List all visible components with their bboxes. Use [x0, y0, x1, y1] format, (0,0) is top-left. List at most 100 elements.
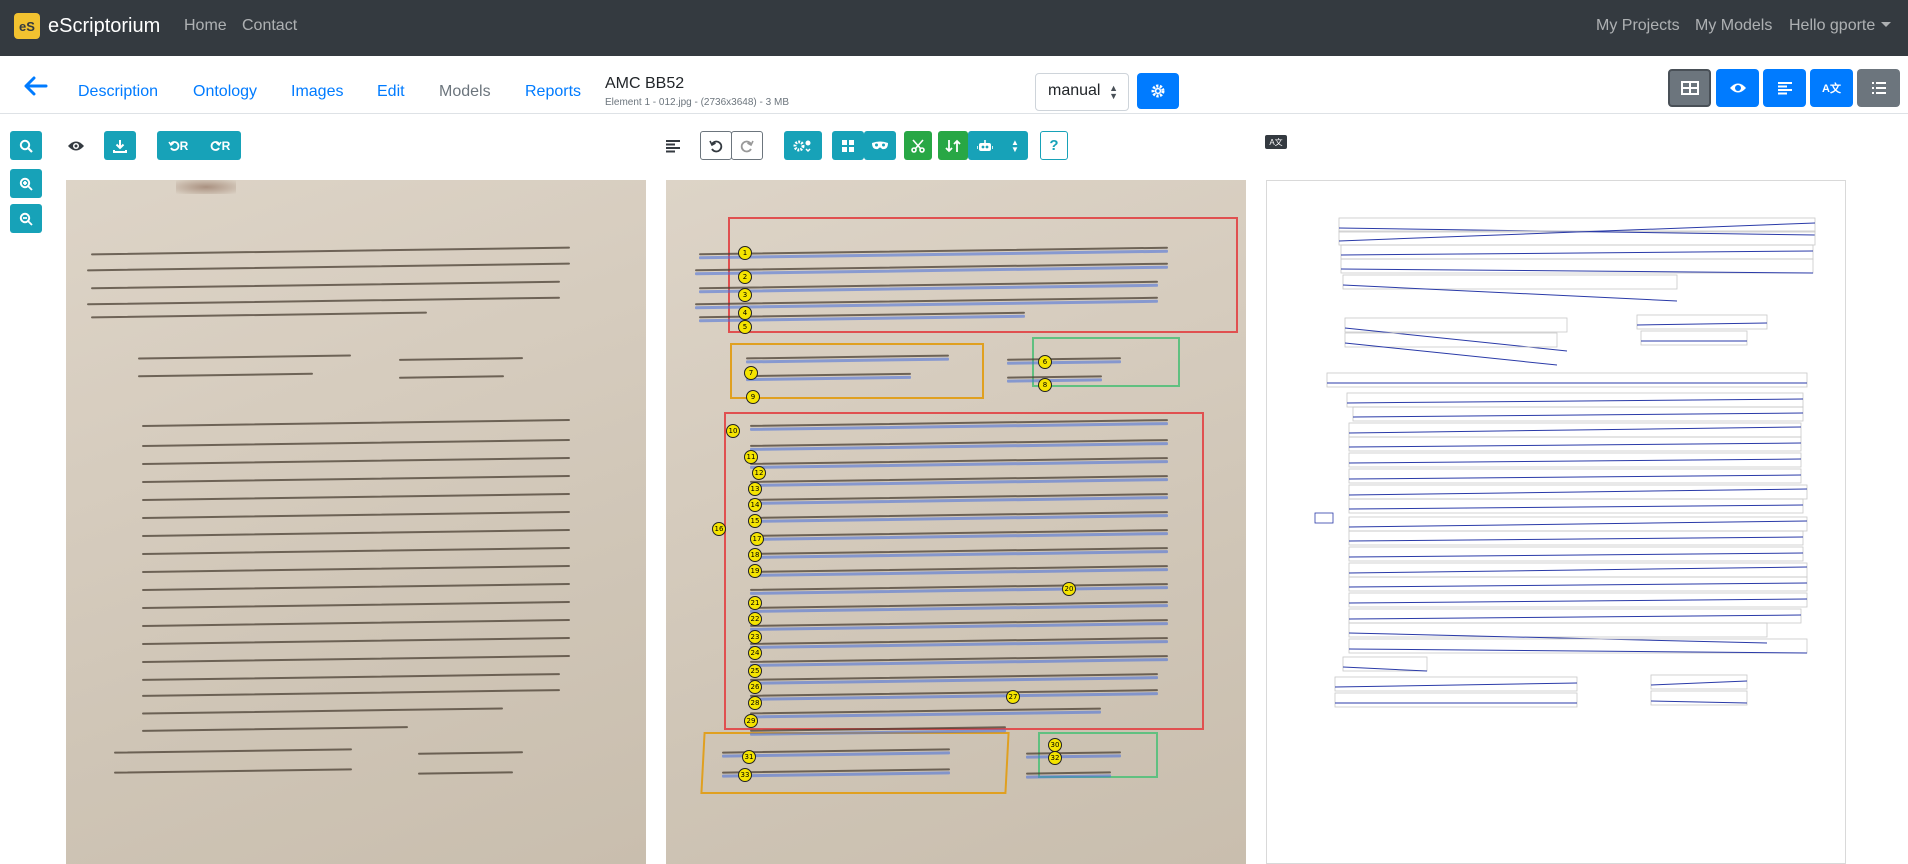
line-order-badge[interactable]: 12: [752, 466, 766, 480]
line-order-badge[interactable]: 19: [748, 564, 762, 578]
baseline[interactable]: [1334, 682, 1578, 688]
toggle-segmentation-panel-button[interactable]: [1716, 69, 1759, 107]
baseline[interactable]: [1348, 458, 1802, 464]
tab-edit[interactable]: Edit: [377, 83, 405, 101]
transcription-select[interactable]: manual ▲ ▼: [1035, 73, 1129, 111]
brand[interactable]: eS eScriptorium: [14, 10, 160, 42]
baseline[interactable]: [1348, 488, 1808, 496]
rotate-left-button[interactable]: R: [168, 139, 188, 153]
nav-contact[interactable]: Contact: [242, 17, 297, 35]
baseline[interactable]: [1342, 284, 1678, 302]
line-order-badge[interactable]: 4: [738, 306, 752, 320]
line-order-badge[interactable]: 32: [1048, 751, 1062, 765]
line-order-badge[interactable]: 9: [746, 390, 760, 404]
tab-ontology[interactable]: Ontology: [193, 83, 257, 101]
line-order-badge[interactable]: 15: [748, 514, 762, 528]
baseline[interactable]: [1342, 666, 1428, 672]
line-order-badge[interactable]: 10: [726, 424, 740, 438]
nav-home[interactable]: Home: [184, 17, 227, 35]
redo-button[interactable]: [731, 131, 763, 160]
zoom-out-button[interactable]: [10, 204, 42, 233]
line-order-badge[interactable]: 31: [742, 750, 756, 764]
rotate-right-button[interactable]: R: [210, 139, 230, 153]
line-order-badge[interactable]: 23: [748, 630, 762, 644]
line-order-badge[interactable]: 25: [748, 664, 762, 678]
line-order-badge[interactable]: 29: [744, 714, 758, 728]
line-mask-outline[interactable]: [1338, 217, 1816, 233]
line-order-badge[interactable]: 3: [738, 288, 752, 302]
cut-button[interactable]: [904, 131, 932, 160]
line-mask-outline[interactable]: [1636, 314, 1768, 330]
baseline[interactable]: [1348, 566, 1808, 574]
line-order-badge[interactable]: 21: [748, 596, 762, 610]
line-order-badge[interactable]: 14: [748, 498, 762, 512]
baseline[interactable]: [1348, 614, 1802, 620]
line-order-badge[interactable]: 26: [748, 680, 762, 694]
segmentation-settings-button[interactable]: [784, 131, 822, 160]
download-image-button[interactable]: [104, 131, 136, 160]
line-order-badge[interactable]: 13: [748, 482, 762, 496]
line-order-badge[interactable]: 17: [750, 532, 764, 546]
masks-mode-button[interactable]: [864, 131, 896, 160]
line-order-badge[interactable]: 1: [738, 246, 752, 260]
baseline[interactable]: [1344, 327, 1568, 352]
baseline[interactable]: [1348, 474, 1802, 480]
line-order-badge[interactable]: 7: [744, 366, 758, 380]
toggle-source-panel-button[interactable]: [1668, 69, 1711, 107]
toggle-regions-list-button[interactable]: [1857, 69, 1900, 107]
regions-mode-button[interactable]: [832, 131, 864, 160]
line-mask-outline[interactable]: [1344, 317, 1568, 333]
nav-my-projects[interactable]: My Projects: [1596, 17, 1680, 35]
auto-segment-dropdown[interactable]: ▲ ▼: [968, 131, 1028, 160]
line-order-badge[interactable]: 20: [1062, 582, 1076, 596]
line-order-badge[interactable]: 6: [1038, 355, 1052, 369]
line-order-badge[interactable]: 11: [744, 450, 758, 464]
baseline[interactable]: [1352, 412, 1804, 418]
line-order-badge[interactable]: 2: [738, 270, 752, 284]
baseline[interactable]: [1348, 442, 1802, 448]
zoom-in-button[interactable]: [10, 169, 42, 198]
baseline[interactable]: [1348, 426, 1802, 434]
reorder-lines-button[interactable]: [938, 131, 968, 160]
line-order-badge[interactable]: 5: [738, 320, 752, 334]
baseline[interactable]: [1348, 648, 1808, 654]
baseline[interactable]: [1348, 520, 1808, 528]
baseline[interactable]: [1650, 680, 1748, 686]
nav-my-models[interactable]: My Models: [1695, 17, 1772, 35]
baseline[interactable]: [1348, 504, 1804, 510]
baseline[interactable]: [1348, 598, 1808, 604]
help-button[interactable]: ?: [1040, 131, 1068, 160]
baseline[interactable]: [1636, 322, 1768, 326]
undo-button[interactable]: [700, 131, 732, 160]
line-order-badge[interactable]: 27: [1006, 690, 1020, 704]
tab-description[interactable]: Description: [78, 83, 158, 101]
arrow-left-icon[interactable]: [24, 76, 48, 96]
region-heading-left[interactable]: [730, 343, 984, 399]
line-order-badge[interactable]: 22: [748, 612, 762, 626]
toggle-line-ordering-button[interactable]: [660, 131, 686, 160]
baseline[interactable]: [1340, 250, 1814, 256]
small-region-marker[interactable]: [1314, 512, 1334, 524]
source-image-panel[interactable]: [66, 180, 646, 864]
line-mask-outline[interactable]: [1334, 692, 1578, 708]
line-order-badge[interactable]: 24: [748, 646, 762, 660]
baseline[interactable]: [1340, 268, 1814, 274]
line-order-badge[interactable]: 18: [748, 548, 762, 562]
tab-models[interactable]: Models: [439, 83, 491, 101]
baseline[interactable]: [1348, 632, 1768, 644]
line-order-badge[interactable]: 8: [1038, 378, 1052, 392]
line-order-badge[interactable]: 33: [738, 768, 752, 782]
line-mask-outline[interactable]: [1640, 330, 1748, 346]
line-order-badge[interactable]: 28: [748, 696, 762, 710]
line-mask-outline[interactable]: [1344, 332, 1558, 348]
baseline[interactable]: [1346, 398, 1804, 404]
baseline[interactable]: [1348, 582, 1808, 588]
toggle-transcription-panel-button[interactable]: [1763, 69, 1806, 107]
user-menu[interactable]: Hello gporte: [1789, 17, 1892, 35]
baseline[interactable]: [1348, 536, 1804, 542]
search-button[interactable]: [10, 131, 42, 160]
diplomatic-panel[interactable]: [1266, 180, 1846, 864]
segmentation-panel[interactable]: 1 2 3 4 5 6 7 8 9 10 11 12 13 14 15 16 17 18 19 20 21 22 23 24 2…: [666, 180, 1246, 864]
line-mask-outline[interactable]: [1326, 372, 1808, 388]
toggle-diplomatic-panel-button[interactable]: A文: [1810, 69, 1853, 107]
